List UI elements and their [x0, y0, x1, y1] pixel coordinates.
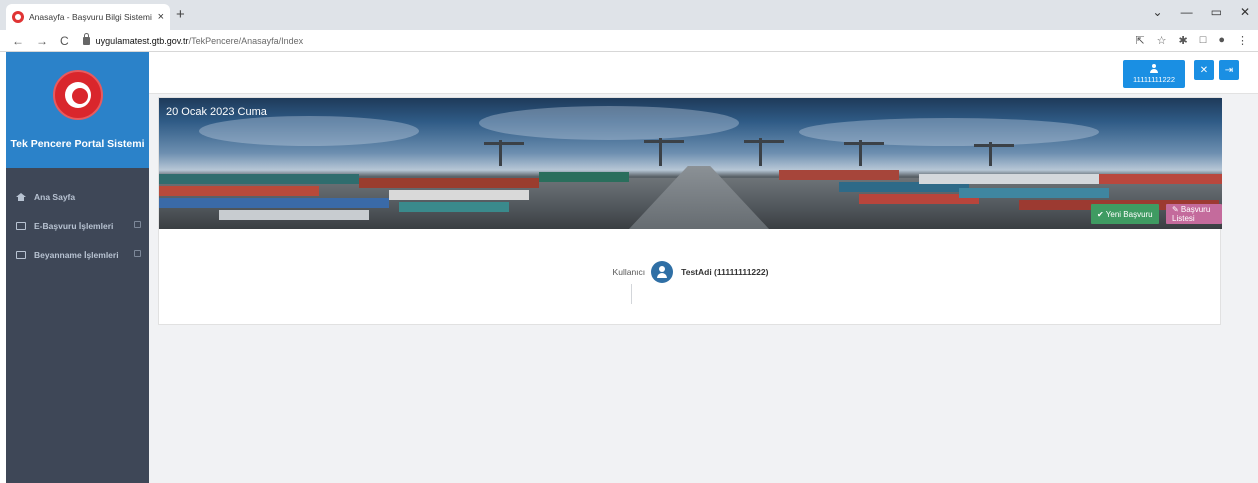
favicon-icon [12, 11, 24, 23]
container-stack [1099, 174, 1222, 184]
user-info-row: Kullanıcı TestAdi (11111111222) [159, 261, 1222, 283]
close-window-icon[interactable]: ✕ [1240, 5, 1250, 19]
menu-icon[interactable]: ⋮ [1237, 34, 1248, 47]
portal-title: Tek Pencere Portal Sistemi [10, 138, 145, 150]
image-icon [16, 250, 26, 259]
crane-boom [644, 140, 684, 143]
restore-icon[interactable]: ▭ [1211, 5, 1222, 19]
main-content: 11111111222 ✕ ⇥ 20 Ocak 2023 Cuma ✔ Yeni… [149, 52, 1258, 483]
cloud [199, 116, 419, 146]
new-tab-button[interactable]: + [176, 6, 185, 23]
forward-icon[interactable]: → [36, 34, 48, 48]
address-bar: ← → C uygulamatest.gtb.gov.tr/TekPencere… [0, 30, 1258, 52]
container-stack [919, 174, 1099, 184]
ministry-logo[interactable] [52, 70, 103, 120]
avatar-icon [651, 261, 674, 283]
sidebar-item-ana-sayfa[interactable]: Ana Sayfa [6, 182, 149, 211]
new-application-button[interactable]: ✔ Yeni Başvuru [1091, 204, 1159, 224]
container-stack [399, 202, 509, 212]
banner-date: 20 Ocak 2023 Cuma [166, 106, 267, 118]
container-stack [159, 174, 359, 184]
container-stack [219, 210, 369, 220]
home-icon [16, 192, 26, 201]
timeline-line [631, 284, 632, 304]
profile-icon[interactable]: ● [1218, 34, 1225, 47]
user-name: TestAdi (11111111222) [681, 267, 769, 277]
container-stack [359, 178, 539, 188]
container-stack [539, 172, 629, 182]
container-stack [159, 198, 389, 208]
sidebar-item-e-basvuru[interactable]: E-Başvuru İşlemleri [6, 211, 149, 240]
user-label: Kullanıcı [612, 267, 646, 277]
browser-tab[interactable]: Anasayfa - Başvuru Bilgi Sistemi × [6, 4, 170, 30]
extensions-icon[interactable]: ✱ [1178, 34, 1187, 47]
port-banner-image: 20 Ocak 2023 Cuma ✔ Yeni Başvuru ✎ Başvu… [159, 98, 1222, 229]
sidebar-item-label: Ana Sayfa [34, 191, 76, 202]
crane-boom [974, 144, 1014, 147]
expand-icon[interactable] [134, 250, 141, 257]
logo-area: Tek Pencere Portal Sistemi [6, 52, 149, 168]
fullscreen-button[interactable]: ✕ [1194, 60, 1214, 80]
sidebar: Tek Pencere Portal Sistemi Ana Sayfa E-B… [6, 52, 149, 483]
lock-icon[interactable] [82, 32, 90, 45]
container-stack [389, 190, 529, 200]
browser-toolbar-icons: ⇱ ☆ ✱ □ ● ⋮ [1135, 34, 1248, 47]
dashboard-card: 20 Ocak 2023 Cuma ✔ Yeni Başvuru ✎ Başvu… [158, 97, 1222, 325]
tab-search-icon[interactable]: ⌄ [1153, 5, 1163, 19]
application-list-button[interactable]: ✎ Başvuru Listesi [1166, 204, 1222, 224]
share-icon[interactable]: ⇱ [1135, 34, 1144, 47]
url-path: /TekPencere/Anasayfa/Index [188, 35, 304, 46]
window-controls: ⌄ — ▭ ✕ [1153, 5, 1250, 19]
top-header: 11111111222 ✕ ⇥ [149, 52, 1258, 94]
url-host: uygulamatest.gtb.gov.tr [95, 35, 189, 46]
url-field[interactable]: uygulamatest.gtb.gov.tr/TekPencere/Anasa… [96, 36, 303, 46]
crane-boom [484, 142, 524, 145]
crane-boom [844, 142, 884, 145]
user-icon [1150, 64, 1158, 73]
container-stack [779, 170, 899, 180]
user-id: 11111111222 [1133, 75, 1175, 84]
crane-boom [744, 140, 784, 143]
cloud [479, 106, 739, 140]
side-panel-icon[interactable]: □ [1200, 34, 1207, 47]
fullscreen-icon: ✕ [1199, 64, 1209, 76]
container-stack [159, 186, 319, 196]
logout-button[interactable]: ⇥ [1219, 60, 1239, 80]
logout-icon: ⇥ [1224, 64, 1234, 76]
image-icon [16, 221, 26, 230]
browser-tab-bar: Anasayfa - Başvuru Bilgi Sistemi × + ⌄ —… [0, 0, 1258, 30]
sidebar-item-beyanname[interactable]: Beyanname İşlemleri [6, 240, 149, 269]
sidebar-item-label: E-Başvuru İşlemleri [34, 220, 114, 231]
reload-icon[interactable]: C [60, 34, 69, 48]
star-icon[interactable]: ☆ [1157, 34, 1167, 47]
container-stack [959, 188, 1109, 198]
sidebar-item-label: Beyanname İşlemleri [34, 249, 119, 260]
minimize-icon[interactable]: — [1181, 5, 1193, 19]
expand-icon[interactable] [134, 221, 141, 228]
back-icon[interactable]: ← [12, 34, 24, 48]
tab-title: Anasayfa - Başvuru Bilgi Sistemi [29, 12, 152, 22]
user-button[interactable]: 11111111222 [1123, 60, 1185, 88]
tab-close-icon[interactable]: × [158, 11, 164, 23]
